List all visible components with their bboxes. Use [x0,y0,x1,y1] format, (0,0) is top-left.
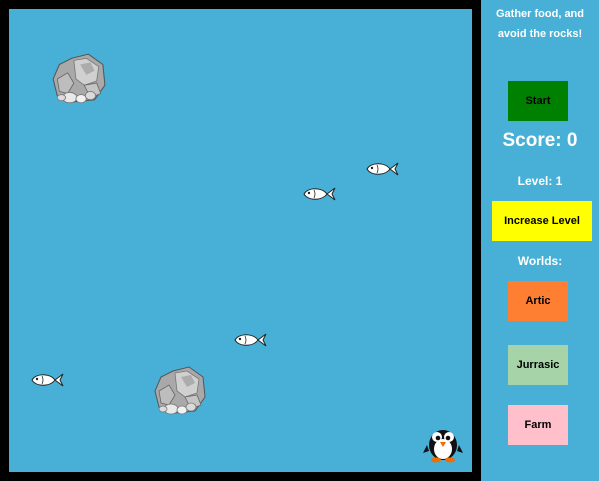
fish-icon [365,161,399,177]
instructions-line-1: Gather food, and [496,8,584,20]
instructions-line-2: avoid the rocks! [497,28,583,40]
fish-icon [233,332,267,348]
worlds-heading: Worlds: [517,254,563,268]
fish-icon [302,186,336,202]
score-display: Score: 0 [502,130,578,151]
penguin-icon[interactable] [421,423,465,463]
start-button[interactable]: Start [508,81,568,121]
fish-icon [30,372,64,388]
water-area[interactable] [9,9,472,472]
world-farm-button[interactable]: Farm [508,405,568,445]
level-display: Level: 1 [517,174,563,188]
world-artic-button[interactable]: Artic [508,281,568,321]
increase-level-button[interactable]: Increase Level [492,201,592,241]
instructions-text: Gather food, and avoid the rocks! [481,4,599,44]
control-panel: Gather food, and avoid the rocks! Start … [481,0,599,481]
world-jurrasic-button[interactable]: Jurrasic [508,345,568,385]
rock-icon [49,52,107,106]
rock-icon [151,364,207,418]
game-board [0,0,481,481]
